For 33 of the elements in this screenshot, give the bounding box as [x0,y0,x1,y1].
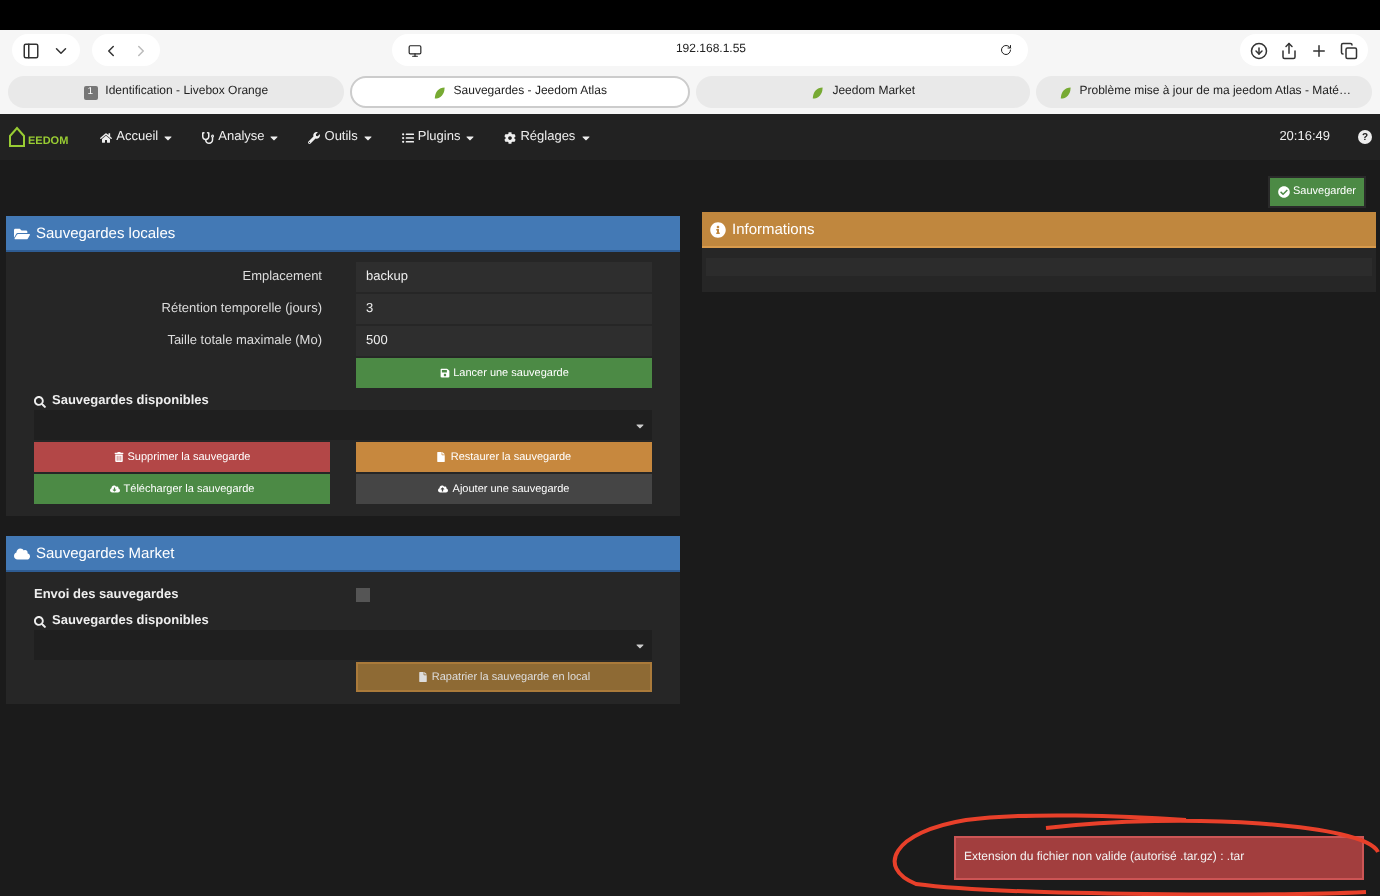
gear-icon [504,131,517,143]
back-icon[interactable] [102,41,120,59]
wrench-icon [308,131,321,143]
caret-icon [268,131,281,143]
caret-icon [579,131,592,143]
file-icon [436,452,447,462]
cloud-download-icon [109,484,120,494]
download-icon[interactable] [1250,41,1268,59]
caret-icon [634,639,646,651]
leaf-icon [810,85,825,99]
cloud-icon [14,545,30,561]
caret-icon [634,419,646,431]
search-icon [34,615,46,627]
stethoscope-icon [202,131,215,143]
trash-icon [113,452,124,462]
home-icon [100,131,113,143]
caret-icon [162,131,175,143]
folder-icon [14,225,30,241]
save-icon [439,368,450,378]
sidebar-icon[interactable] [22,41,40,59]
list-icon [401,131,414,143]
caret-icon [361,131,374,143]
file-icon [417,672,428,682]
share-icon[interactable] [1280,41,1298,59]
caret-icon [464,131,477,143]
leaf-icon [1057,85,1072,99]
tabs-icon[interactable] [1340,41,1358,59]
cloud-upload-icon [438,484,449,494]
new-tab-icon[interactable] [1310,41,1328,59]
checkbox[interactable] [356,588,370,602]
info-icon [710,221,726,237]
leaf-icon [431,85,446,99]
search-icon [34,395,46,407]
